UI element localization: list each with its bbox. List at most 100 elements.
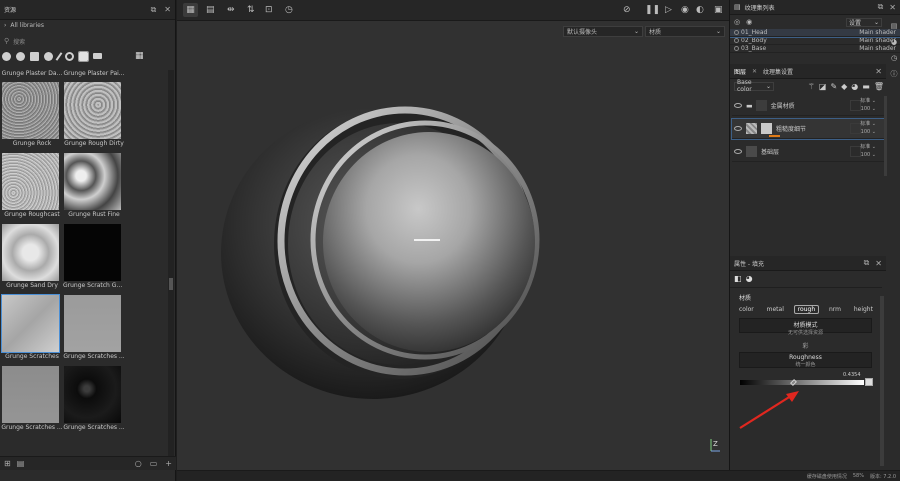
new-folder-icon[interactable]: ▭	[150, 459, 158, 468]
fill-properties-icon[interactable]: ◧	[734, 274, 742, 283]
display-mode-dropdown[interactable]: 材质 ⌄	[645, 26, 725, 37]
asset-thumbnail[interactable]	[2, 82, 59, 139]
eye-icon[interactable]	[734, 126, 742, 131]
library-icon[interactable]: ▤	[17, 459, 25, 468]
asset-thumbnail[interactable]	[64, 153, 121, 210]
asset-thumbnail[interactable]	[64, 224, 121, 281]
camera-dropdown[interactable]: 默认摄像头 ⌄	[563, 26, 643, 37]
shader-settings-icon[interactable]: ◐	[696, 5, 704, 15]
add-fill-layer-icon[interactable]: ◆	[841, 82, 847, 91]
grid-toggle-icon[interactable]: ▦	[183, 3, 198, 17]
layers-scrollbar[interactable]	[884, 96, 887, 176]
close-panel-icon[interactable]: ✕	[164, 5, 171, 14]
filter-brushes-icon[interactable]	[55, 51, 63, 61]
roughness-slider[interactable]	[740, 379, 864, 386]
float-panel-icon[interactable]: ⧉	[151, 5, 157, 15]
texture-set-radio-icon[interactable]	[734, 38, 739, 43]
display-settings-tab-icon[interactable]: ◕	[888, 36, 900, 48]
asset-thumbnail[interactable]	[2, 153, 59, 210]
close-panel-icon[interactable]: ✕	[875, 259, 882, 268]
opacity-value[interactable]: 100 ⌄	[861, 152, 876, 158]
asset-thumbnail[interactable]	[64, 366, 121, 423]
info-tab-icon[interactable]: ⓘ	[888, 68, 900, 80]
asset-scrollbar[interactable]	[168, 70, 174, 465]
add-smart-icon[interactable]: ◕	[851, 82, 858, 91]
roughness-gradient-track[interactable]	[740, 380, 864, 385]
add-effect-icon[interactable]: ⚚	[808, 82, 815, 91]
blend-mode-value[interactable]: 标准 ⌄	[860, 97, 876, 104]
render-preview-icon[interactable]: ⊘	[623, 5, 631, 15]
roughness-field[interactable]: Roughness 统一颜色	[739, 352, 872, 368]
eye-icon[interactable]: ◎	[734, 18, 740, 26]
texture-set-item[interactable]: 03_Base Main shader	[730, 45, 900, 53]
close-tab-icon[interactable]: ✕	[752, 68, 757, 75]
blend-mode-value[interactable]: 标准 ⌄	[860, 120, 876, 127]
visibility-icon[interactable]: ◉	[746, 18, 752, 26]
viewport-render[interactable]	[177, 0, 729, 470]
texture-set-item[interactable]: 02_Body Main shader	[730, 37, 900, 45]
channel-toggle-metal[interactable]: metal	[764, 305, 787, 314]
material-sphere-icon[interactable]: ◕	[746, 274, 753, 283]
camera-view-icon[interactable]: ▷	[665, 5, 672, 15]
asset-search-input[interactable]: ⚲ 搜索	[4, 36, 172, 46]
history-tab-icon[interactable]: ◷	[888, 52, 900, 64]
import-icon[interactable]: ⊞	[4, 459, 11, 468]
channel-toggle-height[interactable]: height	[851, 305, 876, 314]
library-breadcrumb[interactable]: › All libraries	[4, 22, 44, 29]
float-panel-icon[interactable]: ⧉	[878, 2, 884, 12]
tab-layers[interactable]: 图层	[734, 67, 746, 76]
filter-smart-materials-icon[interactable]	[16, 51, 25, 61]
delete-layer-icon[interactable]: 🗑	[874, 82, 884, 91]
pause-icon[interactable]: ❚❚	[645, 5, 660, 15]
align-icon[interactable]: ⇅	[247, 5, 255, 15]
add-icon[interactable]: +	[165, 459, 172, 468]
tab-texture-set-settings[interactable]: 纹理集设置	[763, 67, 793, 76]
channel-dropdown[interactable]: Base color ⌄	[734, 79, 774, 93]
add-mask-icon[interactable]: ◪	[819, 82, 827, 91]
roughness-reset-icon[interactable]	[865, 378, 873, 386]
asset-thumbnail[interactable]	[64, 82, 121, 139]
display-settings-icon[interactable]: ◉	[681, 5, 689, 15]
filter-masks-icon[interactable]	[44, 51, 53, 61]
uv-grid-icon[interactable]: ▤	[206, 5, 215, 15]
blend-mode-value[interactable]: 标准 ⌄	[860, 143, 876, 150]
filter-procedurals-icon[interactable]	[78, 50, 89, 62]
eye-icon[interactable]	[734, 149, 742, 154]
float-panel-icon[interactable]: ⧉	[864, 258, 870, 268]
add-paint-layer-icon[interactable]: ✎	[830, 82, 837, 91]
opacity-value[interactable]: 100 ⌄	[861, 106, 876, 112]
screenshot-icon[interactable]: ▣	[714, 5, 723, 15]
asset-thumbnail[interactable]	[2, 224, 59, 281]
layer-item[interactable]: 粗糙度细节 标准 ⌄ 100 ⌄	[731, 118, 885, 140]
filter-textures-icon[interactable]	[30, 51, 39, 61]
asset-thumbnail[interactable]	[2, 366, 59, 423]
eye-icon[interactable]	[734, 103, 742, 108]
properties-scrollbar[interactable]	[880, 296, 884, 466]
texture-set-radio-icon[interactable]	[734, 30, 739, 35]
channel-toggle-rough[interactable]: rough	[793, 305, 820, 314]
layer-item[interactable]: 基础层 标准 ⌄ 100 ⌄	[732, 142, 884, 162]
close-panel-icon[interactable]: ✕	[889, 3, 896, 12]
roughness-value[interactable]: 0.4354	[843, 372, 861, 378]
close-panel-icon[interactable]: ✕	[875, 67, 882, 76]
filter-particles-icon[interactable]	[65, 51, 74, 61]
texture-set-tab-icon[interactable]: ▤	[888, 20, 900, 32]
texture-set-settings-dropdown[interactable]: 设置 ⌄	[846, 17, 882, 27]
history-icon[interactable]: ◷	[285, 5, 293, 15]
layer-item[interactable]: ▬ 金属材质 标准 ⌄ 100 ⌄	[732, 96, 884, 116]
screen-capture-icon[interactable]: ⊡	[265, 5, 273, 15]
material-mode-field[interactable]: 材质模式 无可供选择资源	[739, 318, 872, 336]
refresh-icon[interactable]: ○	[135, 459, 142, 468]
filter-environments-icon[interactable]	[93, 53, 102, 59]
asset-thumbnail[interactable]	[64, 295, 121, 352]
add-group-icon[interactable]: ▬	[862, 82, 870, 91]
channel-toggle-color[interactable]: color	[736, 305, 757, 314]
opacity-value[interactable]: 100 ⌄	[861, 129, 876, 135]
3d-viewport[interactable]	[177, 0, 729, 470]
texture-set-item[interactable]: 01_Head Main shader	[730, 29, 900, 38]
channel-toggle-nrm[interactable]: nrm	[826, 305, 844, 314]
texture-set-radio-icon[interactable]	[734, 46, 739, 51]
grid-view-icon[interactable]: ▦	[135, 51, 144, 61]
asset-thumbnail[interactable]	[1, 294, 60, 353]
scrollbar-thumb[interactable]	[169, 278, 173, 290]
